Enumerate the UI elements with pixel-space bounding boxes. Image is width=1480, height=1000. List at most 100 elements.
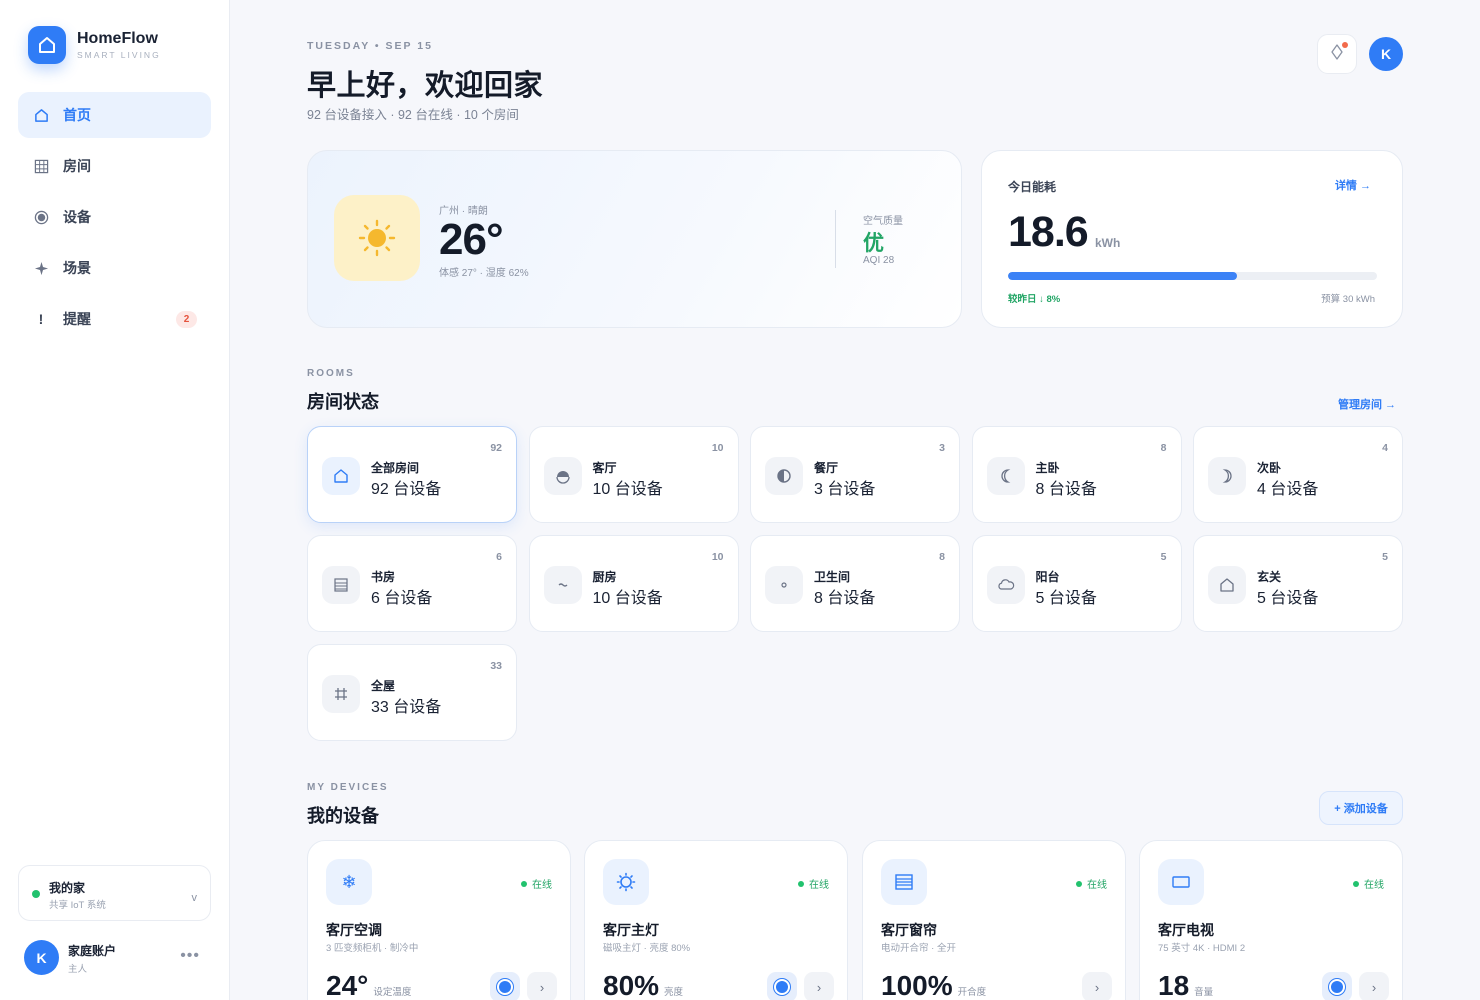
device-value-row: 80% 亮度 bbox=[603, 970, 683, 1000]
room-name: 餐厅 bbox=[814, 461, 839, 475]
device-card[interactable]: ❄ 在线 客厅空调 3 匹变频柜机 · 制冷中 24° 设定温度 › bbox=[307, 840, 571, 1000]
device-card[interactable]: 在线 客厅电视 75 英寸 4K · HDMI 2 18 音量 › bbox=[1139, 840, 1403, 1000]
home-outline-icon bbox=[33, 107, 49, 123]
room-card[interactable]: 书房 6 台设备 6 bbox=[307, 535, 517, 632]
power-toggle[interactable] bbox=[767, 972, 797, 1000]
devices-eyebrow: MY DEVICES bbox=[307, 782, 389, 793]
room-name: 客厅 bbox=[592, 461, 617, 475]
room-card[interactable]: 餐厅 3 台设备 3 bbox=[750, 426, 960, 523]
device-value-row: 100% 开合度 bbox=[881, 970, 986, 1000]
device-name: 客厅主灯 bbox=[603, 922, 659, 938]
rooms-title: 房间状态 bbox=[307, 392, 379, 412]
power-dot-icon bbox=[499, 981, 511, 993]
room-name: 厨房 bbox=[592, 570, 617, 584]
room-device-count: 4 台设备 bbox=[1257, 481, 1319, 498]
account-name: 家庭账户 bbox=[68, 944, 117, 958]
cloud-icon bbox=[986, 566, 1025, 604]
nav-item-devices[interactable]: 设备 bbox=[18, 194, 211, 240]
room-count-badge: 10 bbox=[711, 442, 724, 454]
drop-icon bbox=[765, 566, 803, 604]
status-dot bbox=[1076, 880, 1082, 887]
book-icon bbox=[322, 566, 360, 604]
nav-item-rooms[interactable]: 房间 bbox=[18, 143, 211, 189]
chevron-right-icon[interactable]: › bbox=[1359, 972, 1389, 1000]
device-value: 24° bbox=[326, 970, 369, 1000]
room-card[interactable]: 阳台 5 台设备 5 bbox=[971, 535, 1182, 632]
room-card[interactable]: 厨房 10 台设备 10 bbox=[528, 535, 739, 632]
device-status: 在线 bbox=[521, 876, 552, 891]
device-unit: 亮度 bbox=[664, 987, 684, 998]
bulb-icon bbox=[603, 859, 649, 905]
room-name: 主卧 bbox=[1035, 461, 1060, 475]
room-name: 全部房间 bbox=[371, 461, 420, 475]
home-icon bbox=[28, 26, 66, 64]
home-outline-icon bbox=[322, 457, 360, 495]
room-card[interactable]: 全屋 33 台设备 33 bbox=[307, 644, 517, 741]
status-dot bbox=[521, 880, 527, 887]
chevron-right-icon[interactable]: › bbox=[1082, 972, 1112, 1000]
device-card[interactable]: 在线 客厅窗帘 电动开合帘 · 全开 100% 开合度 › bbox=[862, 840, 1126, 1000]
device-name: 客厅窗帘 bbox=[881, 922, 937, 938]
notification-button[interactable] bbox=[1317, 34, 1357, 74]
room-card[interactable]: 全部房间 92 台设备 92 bbox=[307, 426, 517, 523]
alert-icon: ! bbox=[38, 311, 44, 327]
device-value-row: 24° 设定温度 bbox=[326, 970, 411, 1000]
chevron-right-icon[interactable]: › bbox=[804, 972, 834, 1000]
room-card[interactable]: 卫生间 8 台设备 8 bbox=[750, 535, 960, 632]
main-nav: 首页 房间 设备 场景 ! 提醒 2 bbox=[18, 92, 211, 347]
device-unit: 音量 bbox=[1194, 987, 1214, 998]
account[interactable]: K 家庭账户 主人 ••• bbox=[24, 939, 214, 979]
room-name: 卫生间 bbox=[814, 570, 851, 584]
device-status: 在线 bbox=[798, 876, 829, 891]
device-dot-icon bbox=[33, 209, 49, 225]
room-card[interactable]: 主卧 8 台设备 8 bbox=[971, 426, 1182, 523]
power-toggle[interactable] bbox=[490, 972, 520, 1000]
device-description: 75 英寸 4K · HDMI 2 bbox=[1158, 943, 1246, 954]
room-name: 次卧 bbox=[1257, 461, 1282, 475]
more-icon[interactable]: ••• bbox=[180, 947, 200, 965]
energy-unit: kWh bbox=[1095, 236, 1121, 250]
moon-icon bbox=[986, 457, 1025, 495]
room-count-badge: 10 bbox=[711, 551, 724, 563]
device-status-label: 在线 bbox=[532, 880, 552, 891]
room-count-badge: 5 bbox=[1382, 551, 1388, 563]
divider bbox=[835, 210, 836, 268]
energy-value: 18.6 bbox=[1008, 208, 1089, 256]
chevron-right-icon[interactable]: › bbox=[527, 972, 557, 1000]
room-device-count: 10 台设备 bbox=[592, 481, 663, 498]
device-card[interactable]: 在线 客厅主灯 磁吸主灯 · 亮度 80% 80% 亮度 › bbox=[584, 840, 848, 1000]
status-dot bbox=[1353, 880, 1359, 887]
hash-icon bbox=[322, 675, 360, 713]
room-device-count: 8 台设备 bbox=[814, 590, 876, 607]
device-status-label: 在线 bbox=[809, 880, 829, 891]
energy-progress-bar bbox=[1008, 272, 1377, 280]
nav-label: 设备 bbox=[63, 209, 91, 225]
curtain-icon bbox=[881, 859, 927, 905]
room-card[interactable]: 次卧 4 台设备 4 bbox=[1193, 426, 1403, 523]
nav-item-scenes[interactable]: 场景 bbox=[18, 245, 211, 291]
device-summary: 92 台设备接入 · 92 台在线 · 10 个房间 bbox=[307, 108, 519, 122]
wave-icon bbox=[543, 566, 582, 604]
half-circle-icon bbox=[765, 457, 803, 495]
aqi-value: AQI 28 bbox=[863, 255, 895, 266]
room-card[interactable]: 玄关 5 台设备 5 bbox=[1193, 535, 1403, 632]
energy-budget: 预算 30 kWh bbox=[1321, 294, 1375, 305]
home-selector[interactable]: 我的家 共享 IoT 系统 v bbox=[18, 865, 211, 921]
avatar[interactable]: K bbox=[24, 940, 59, 975]
manage-rooms-link[interactable]: 管理房间 → bbox=[1338, 396, 1396, 412]
user-avatar[interactable]: K bbox=[1369, 37, 1403, 71]
nav-item-home[interactable]: 首页 bbox=[18, 92, 211, 138]
home-name: 我的家 bbox=[49, 881, 86, 895]
room-card[interactable]: 客厅 10 台设备 10 bbox=[528, 426, 739, 523]
brand-name: HomeFlow bbox=[77, 30, 158, 47]
power-toggle[interactable] bbox=[1322, 972, 1352, 1000]
nav-item-alerts[interactable]: ! 提醒 2 bbox=[18, 296, 211, 342]
rooms-eyebrow: ROOMS bbox=[307, 368, 355, 379]
brand[interactable]: HomeFlow SMART LIVING bbox=[28, 26, 161, 64]
add-device-button[interactable]: + 添加设备 bbox=[1319, 791, 1403, 825]
sofa-icon bbox=[543, 457, 582, 495]
device-value-row: 18 音量 bbox=[1158, 970, 1213, 1000]
door-icon bbox=[1208, 566, 1246, 604]
energy-details-link[interactable]: 详情 → bbox=[1335, 177, 1371, 193]
device-value: 80% bbox=[603, 970, 660, 1000]
